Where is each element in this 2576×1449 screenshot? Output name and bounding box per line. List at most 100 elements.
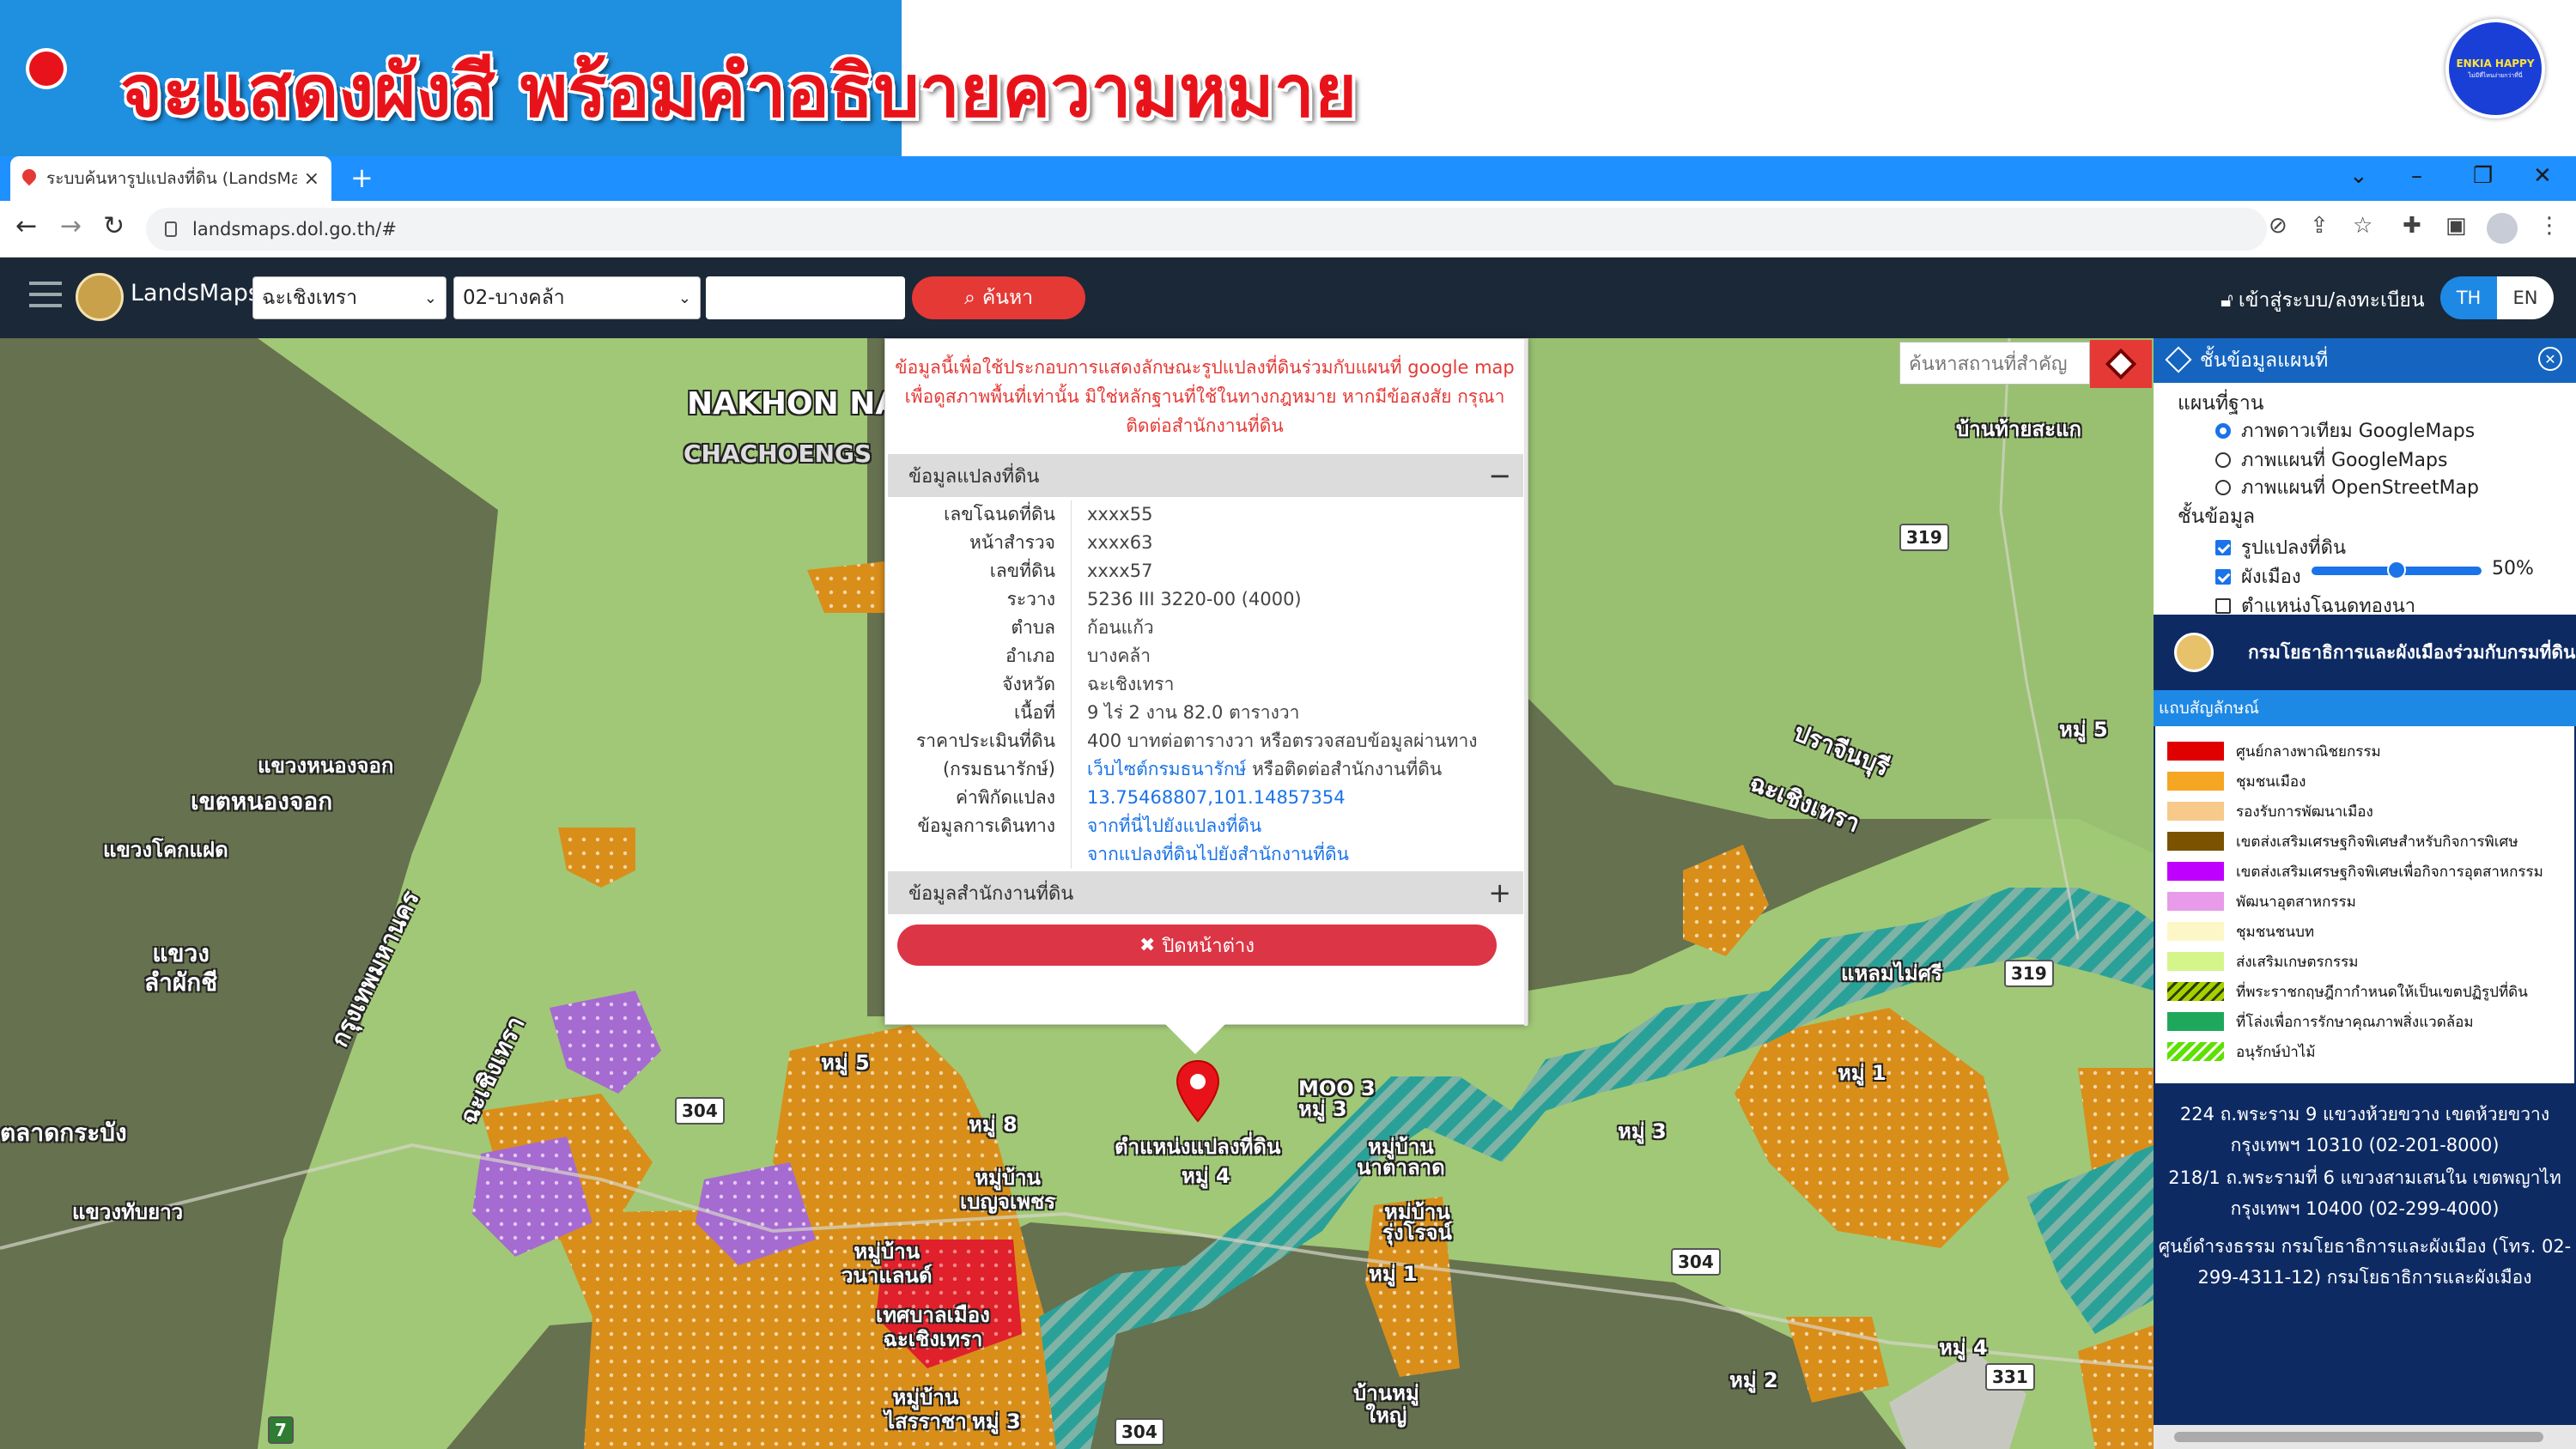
legend-swatch <box>2167 742 2224 761</box>
legend-item: ส่งเสริมเกษตรกรรม <box>2167 949 2571 974</box>
search-button-label: ค้นหา <box>981 287 1034 309</box>
department-name: กรมโยธาธิการและผังเมืองร่วมกับกรมที่ดิน <box>2248 641 2576 663</box>
layer-zoning-toggle[interactable]: ผังเมือง <box>2215 561 2301 591</box>
new-tab-button[interactable]: + <box>350 161 374 194</box>
layer-parcels-toggle[interactable]: รูปแปลงที่ดิน <box>2215 532 2346 562</box>
radio[interactable] <box>2215 479 2231 495</box>
directions-to-parcel-link[interactable]: จากที่นี่ไปยังแปลงที่ดิน <box>1072 812 1261 840</box>
checkbox[interactable] <box>2215 597 2231 614</box>
row-value: xxxx63 <box>1087 532 1153 553</box>
row-key: ตำบล <box>888 614 1072 642</box>
place-search-input[interactable]: ค้นหาสถานที่สำคัญ <box>1899 342 2090 385</box>
land-info-title: ข้อมูลแปลงที่ดิน <box>908 465 1040 488</box>
table-row: อำเภอ บางคล้า <box>888 642 1523 670</box>
directions-to-office-link[interactable]: จากแปลงที่ดินไปยังสำนักงานที่ดิน <box>1072 840 1349 869</box>
collapse-icon[interactable]: − <box>1488 459 1511 492</box>
row-key: เนื้อที่ <box>888 699 1072 727</box>
location-blocked-icon[interactable]: ⊘ <box>2269 213 2287 239</box>
close-window-button[interactable]: ✖ ปิดหน้าต่าง <box>897 925 1497 966</box>
side-panel-icon[interactable]: ▣ <box>2445 213 2467 239</box>
slider-thumb[interactable] <box>2387 561 2406 579</box>
radio[interactable] <box>2215 452 2231 468</box>
province-select[interactable]: ฉะเชิงเทรา ⌄ <box>252 276 447 319</box>
back-icon[interactable]: ← <box>15 211 37 241</box>
district-value: 02-บางคล้า <box>463 287 565 309</box>
legend-item: เขตส่งเสริมเศรษฐกิจพิเศษเพื่อกิจการอุตสา… <box>2167 858 2571 884</box>
map-label: หมู่ 2 <box>1729 1368 1778 1392</box>
radio-selected[interactable] <box>2215 422 2231 439</box>
map-label: หมู่บ้าน นาตาลาด <box>1357 1135 1445 1179</box>
legend-swatch <box>2167 802 2224 821</box>
district-select[interactable]: 02-บางคล้า ⌄ <box>453 276 701 319</box>
option-label: ภาพแผนที่ GoogleMaps <box>2241 450 2448 471</box>
row-value: xxxx55 <box>1087 504 1153 524</box>
legend-swatch <box>2167 922 2224 941</box>
tab-search-icon[interactable]: ⌄ <box>2349 163 2368 189</box>
chevron-down-icon: ⌄ <box>423 288 437 307</box>
close-icon[interactable]: ✕ <box>2538 347 2562 371</box>
login-link[interactable]: 🔓︎ เข้าสู่ระบบ/ลงทะเบียน <box>2221 285 2425 316</box>
legend: แถบสัญลักษณ์ ศูนย์กลางพาณิชยกรรม ชุมชนเมื… <box>2154 690 2576 1425</box>
option-label: ภาพแผนที่ OpenStreetMap <box>2241 477 2479 499</box>
expand-icon[interactable]: + <box>1488 876 1511 909</box>
legend-item: พัฒนาอุตสาหกรรม <box>2167 888 2571 914</box>
forward-icon[interactable]: → <box>60 211 82 241</box>
base-googlemap-option[interactable]: ภาพแผนที่ GoogleMaps <box>2215 445 2447 475</box>
legend-item: ที่โล่งเพื่อการรักษาคุณภาพสิ่งแวดล้อม <box>2167 1009 2571 1034</box>
table-row: เนื้อที่ 9 ไร่ 2 งาน 82.0 ตารางวา <box>888 699 1523 727</box>
hamburger-icon[interactable] <box>29 282 62 307</box>
base-satellite-option[interactable]: ภาพดาวเทียม GoogleMaps <box>2215 415 2475 446</box>
row-value: ก้อนแก้ว <box>1087 617 1154 638</box>
search-button[interactable]: ⌕ ค้นหา <box>912 276 1085 319</box>
dol-emblem-icon <box>76 273 124 321</box>
legend-swatch <box>2167 982 2224 1001</box>
row-key: เลขโฉนดที่ดิน <box>888 500 1072 529</box>
table-row: เลขโฉนดที่ดิน xxxx55 <box>888 500 1523 529</box>
reload-icon[interactable]: ↻ <box>103 211 125 241</box>
minimize-button[interactable]: – <box>2411 163 2422 189</box>
close-window-button[interactable]: ✕ <box>2533 163 2552 189</box>
layers-button[interactable] <box>2090 340 2152 388</box>
restore-button[interactable]: ❐ <box>2473 163 2493 189</box>
browser-tab[interactable]: ระบบค้นหารูปแปลงที่ดิน (LandsMaps × <box>10 156 331 201</box>
brand-name: LandsMaps <box>131 280 260 306</box>
lang-en-button[interactable]: EN <box>2497 276 2554 319</box>
share-icon[interactable]: ⇪ <box>2310 213 2329 239</box>
row-key: อำเภอ <box>888 642 1072 670</box>
legend-label: เขตส่งเสริมเศรษฐกิจพิเศษเพื่อกิจการอุตสา… <box>2236 863 2543 881</box>
legend-item: ชุมชนเมือง <box>2167 768 2571 794</box>
legend-label: เขตส่งเสริมเศรษฐกิจพิเศษสำหรับกิจการพิเศ… <box>2236 833 2518 851</box>
scrollbar-thumb[interactable] <box>2174 1432 2543 1442</box>
map-label: แขวง ลำผักชี <box>144 939 218 997</box>
opacity-slider[interactable] <box>2312 561 2482 579</box>
legend-label: ที่โล่งเพื่อการรักษาคุณภาพสิ่งแวดล้อม <box>2236 1013 2474 1031</box>
checkbox-checked[interactable] <box>2215 539 2231 555</box>
lang-th-button[interactable]: TH <box>2440 276 2497 319</box>
panel-scrollbar[interactable] <box>2154 1425 2576 1449</box>
legend-swatch <box>2167 1012 2224 1031</box>
parcel-search-input[interactable] <box>706 276 905 319</box>
checkbox-checked[interactable] <box>2215 568 2231 585</box>
base-osm-option[interactable]: ภาพแผนที่ OpenStreetMap <box>2215 472 2479 502</box>
land-info-table: เลขโฉนดที่ดิน xxxx55 หน้าสำรวจ xxxx63 เลขท… <box>888 500 1523 869</box>
profile-avatar[interactable] <box>2487 213 2518 244</box>
office-info-header[interactable]: ข้อมูลสำนักงานที่ดิน + <box>888 871 1523 914</box>
row-key: เลขที่ดิน <box>888 557 1072 585</box>
close-tab-icon[interactable]: × <box>304 168 319 190</box>
land-info-header[interactable]: ข้อมูลแปลงที่ดิน − <box>888 454 1523 497</box>
treasury-website-link[interactable]: เว็บไซต์กรมธนารักษ์ <box>1087 759 1246 779</box>
coordinates-link[interactable]: 13.75468807,101.14857354 <box>1072 784 1346 812</box>
url-field[interactable]: landsmaps.dol.go.th/# <box>146 208 2267 251</box>
enkia-logo: ENKIA HAPPY ไม่มีที่ไหนง่ายกว่าที่นี่ <box>2445 19 2545 118</box>
parcel-location-pin-icon[interactable] <box>1175 1059 1221 1123</box>
logo-subtext: ไม่มีที่ไหนง่ายกว่าที่นี่ <box>2468 71 2523 79</box>
extensions-icon[interactable]: ✚ <box>2403 213 2421 239</box>
menu-dots-icon[interactable]: ⋮ <box>2538 213 2561 239</box>
popup-scrollbar[interactable] <box>1524 339 1528 1026</box>
opacity-value: 50% <box>2492 558 2534 579</box>
map-label: แขวงหนองจอก <box>258 754 394 778</box>
bookmark-star-icon[interactable]: ☆ <box>2353 213 2372 239</box>
row-key: ราคาประเมินที่ดิน <box>888 727 1072 755</box>
layers-panel-header: ชั้นข้อมูลแผนที่ ✕ <box>2154 338 2576 383</box>
base-map-heading: แผนที่ฐาน <box>2178 392 2264 415</box>
